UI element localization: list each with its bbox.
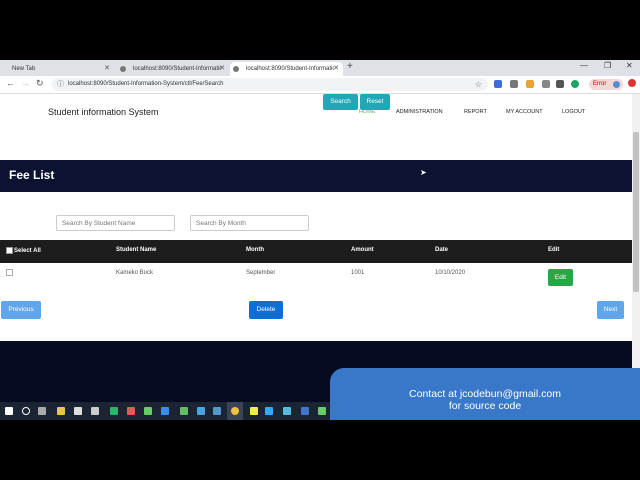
address-toolbar: ← → ↻ ⓘ localhost:8090/Student-Informati…: [0, 76, 640, 94]
amount-cell: 1001: [351, 270, 365, 276]
select-all-header[interactable]: Select All: [6, 247, 41, 254]
app-icon[interactable]: [127, 407, 135, 415]
tab-title: New Tab: [12, 66, 36, 72]
avatar: [613, 81, 620, 88]
extension-icon[interactable]: [494, 80, 502, 88]
pen-icon[interactable]: [510, 80, 518, 88]
column-header: Edit: [548, 247, 560, 253]
globe-icon: [120, 66, 126, 72]
extension-icon[interactable]: [571, 80, 579, 88]
browser-window: New Tab ✕ localhost:8090/Student-Informa…: [0, 60, 640, 420]
scrollbar-thumb[interactable]: [633, 132, 639, 292]
tab-title: localhost:8090/Student-Information: [246, 66, 334, 72]
column-header: Date: [435, 247, 449, 253]
next-button[interactable]: Next: [597, 301, 624, 319]
globe-icon: [233, 66, 239, 72]
column-header: Student Name: [116, 247, 157, 253]
error-label: Error: [593, 81, 607, 87]
contact-line: for source code: [448, 400, 522, 412]
address-bar[interactable]: ⓘ localhost:8090/Student-Information-Sys…: [52, 78, 488, 91]
edge-icon[interactable]: [161, 407, 169, 415]
nav-my-account[interactable]: MY ACCOUNT: [506, 109, 543, 115]
app-icon[interactable]: [283, 407, 291, 415]
delete-button[interactable]: Delete: [249, 301, 283, 319]
app-icon[interactable]: [213, 407, 221, 415]
close-window-icon[interactable]: ✕: [626, 61, 633, 70]
chrome-icon[interactable]: [231, 407, 239, 415]
app-icon[interactable]: [318, 407, 326, 415]
page-banner: Fee List: [0, 160, 632, 192]
select-all-label: Select All: [14, 248, 41, 255]
reload-icon[interactable]: ↻: [36, 78, 44, 89]
app-icon[interactable]: [180, 407, 188, 415]
nav-logout[interactable]: LOGOUT: [562, 109, 585, 115]
site-brand[interactable]: Student information System: [48, 107, 159, 117]
reset-button[interactable]: Reset: [360, 94, 390, 110]
mouse-cursor-icon: ➤: [420, 168, 427, 177]
app-icon[interactable]: [110, 407, 118, 415]
column-header: Month: [246, 247, 264, 253]
task-view-icon[interactable]: [38, 407, 46, 415]
maximize-icon[interactable]: ❐: [604, 61, 611, 70]
camera-icon[interactable]: [556, 80, 564, 88]
tab-strip: New Tab ✕ localhost:8090/Student-Informa…: [0, 60, 640, 76]
student-name-cell: Kameko Buck: [116, 270, 154, 276]
new-tab-icon[interactable]: +: [347, 61, 353, 72]
star-icon[interactable]: ☆: [475, 78, 482, 91]
close-tab-icon[interactable]: ✕: [219, 62, 225, 76]
forward-icon[interactable]: →: [21, 78, 30, 88]
contact-line: Contact at jcodebun@gmail.com: [409, 388, 561, 400]
close-tab-icon[interactable]: ✕: [104, 62, 110, 76]
search-icon[interactable]: [22, 407, 30, 415]
profile-error-chip[interactable]: Error: [589, 79, 623, 90]
store-icon[interactable]: [74, 407, 82, 415]
extension-icon[interactable]: [542, 80, 550, 88]
table-header: Select All Student Name Month Amount Dat…: [0, 240, 632, 263]
edit-button[interactable]: Edit: [548, 269, 573, 286]
file-explorer-icon[interactable]: [57, 407, 65, 415]
minimize-icon[interactable]: —: [580, 61, 588, 70]
mail-icon[interactable]: [91, 407, 99, 415]
month-search-input[interactable]: Search By Month: [190, 215, 309, 231]
app-icon[interactable]: [197, 407, 205, 415]
tab-title: localhost:8090/Student-Information: [133, 66, 221, 72]
tab-student-info-2[interactable]: localhost:8090/Student-Information ✕: [230, 62, 343, 76]
extension-icon[interactable]: [526, 80, 534, 88]
search-button[interactable]: Search: [323, 94, 358, 110]
app-icon[interactable]: [301, 407, 309, 415]
previous-button[interactable]: Previous: [1, 301, 41, 319]
sticky-notes-icon[interactable]: [250, 407, 258, 415]
page-title: Fee List: [9, 168, 55, 182]
url-text: localhost:8090/Student-Information-Syste…: [68, 81, 224, 87]
nav-report[interactable]: REPORT: [464, 109, 487, 115]
back-icon[interactable]: ←: [6, 78, 15, 88]
date-cell: 10/10/2020: [435, 270, 466, 276]
contact-overlay: Contact at jcodebun@gmail.com for source…: [330, 368, 640, 420]
checkbox[interactable]: [6, 247, 13, 254]
nav-administration[interactable]: ADMINISTRATION: [396, 109, 443, 115]
app-icon[interactable]: [144, 407, 152, 415]
row-checkbox[interactable]: [6, 269, 13, 276]
tab-student-info-1[interactable]: localhost:8090/Student-Information ✕: [117, 62, 229, 76]
column-header: Amount: [351, 247, 374, 253]
menu-icon[interactable]: [628, 79, 636, 87]
student-name-search-input[interactable]: Search By Student Name: [56, 215, 175, 231]
info-icon[interactable]: ⓘ: [57, 78, 64, 91]
close-tab-icon[interactable]: ✕: [333, 62, 339, 76]
month-cell: September: [246, 270, 276, 276]
app-icon[interactable]: [265, 407, 273, 415]
tab-new-tab[interactable]: New Tab ✕: [2, 62, 114, 76]
windows-start-icon[interactable]: [5, 407, 13, 415]
